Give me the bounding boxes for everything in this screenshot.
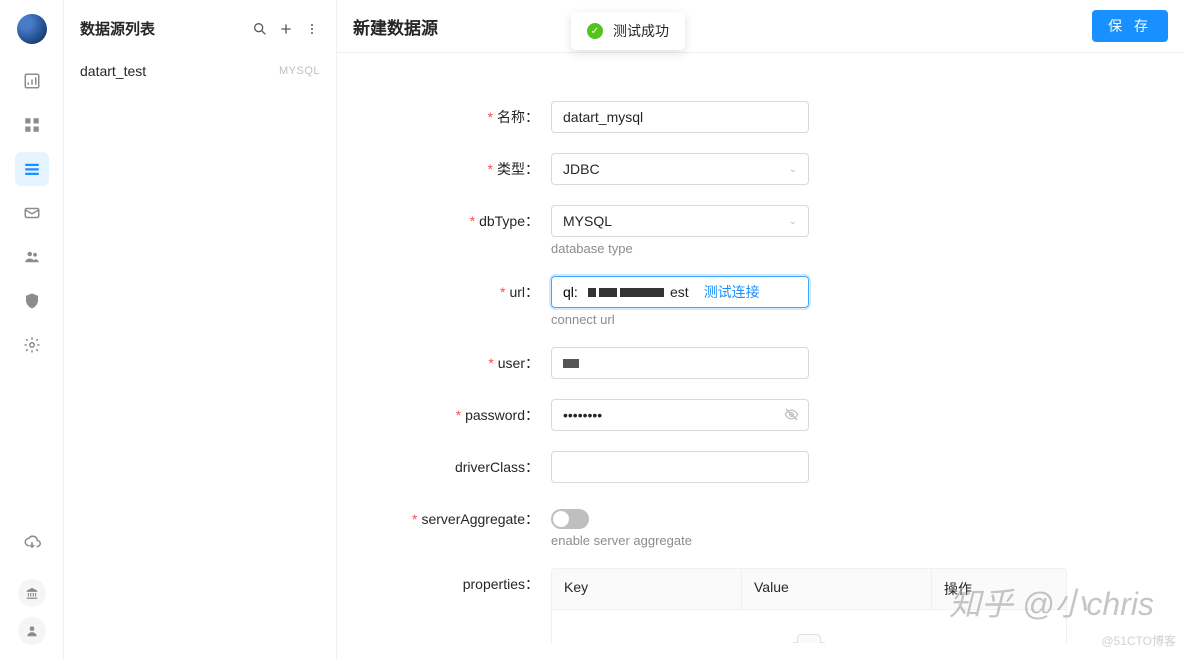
page-title: 新建数据源: [353, 14, 438, 39]
datasource-list-panel: 数据源列表 datart_test MYSQL: [64, 0, 337, 659]
name-input[interactable]: [551, 101, 809, 133]
col-value: Value: [742, 569, 932, 609]
aggregate-help: enable server aggregate: [551, 533, 809, 548]
url-help: connect url: [551, 312, 809, 327]
eye-invisible-icon[interactable]: [784, 407, 799, 425]
save-button[interactable]: 保 存: [1092, 10, 1168, 42]
empty-box-icon: [787, 634, 831, 643]
password-label: password: [465, 407, 525, 423]
name-label: 名称: [497, 109, 525, 125]
success-icon: ✓: [587, 23, 603, 39]
properties-label: properties: [463, 576, 525, 592]
aggregate-switch[interactable]: [551, 509, 589, 529]
bank-icon[interactable]: [18, 579, 46, 607]
list-item-name: datart_test: [80, 63, 146, 79]
nav-chart-icon[interactable]: [15, 64, 49, 98]
list-item-type: MYSQL: [279, 65, 320, 77]
cloud-download-icon[interactable]: [15, 525, 49, 559]
main-content: 新建数据源 保 存 ✓ 测试成功 *名称： *类型： JDBC ⌄: [337, 0, 1184, 659]
dbtype-select[interactable]: MYSQL ⌄: [551, 205, 809, 237]
dbtype-label: dbType: [479, 213, 525, 229]
search-icon[interactable]: [252, 21, 268, 37]
list-title: 数据源列表: [80, 18, 252, 39]
dbtype-help: database type: [551, 241, 809, 256]
url-input-wrap: est 测试连接: [551, 276, 809, 308]
chevron-down-icon: ⌄: [789, 216, 797, 227]
nav-users-icon[interactable]: [15, 240, 49, 274]
properties-table: Key Value 操作 暂无数据: [551, 568, 1067, 643]
app-logo: [17, 14, 47, 44]
aggregate-label: serverAggregate: [421, 511, 525, 527]
nav-gear-icon[interactable]: [15, 328, 49, 362]
icon-sidebar: [0, 0, 64, 659]
driver-label: driverClass: [455, 459, 525, 475]
user-label: user: [498, 355, 525, 371]
more-icon[interactable]: [304, 21, 320, 37]
nav-shield-icon[interactable]: [15, 284, 49, 318]
list-item[interactable]: datart_test MYSQL: [64, 53, 336, 89]
col-action: 操作: [932, 569, 1066, 609]
url-redacted: [588, 288, 670, 297]
password-input[interactable]: [551, 399, 809, 431]
url-label: url: [509, 284, 525, 300]
test-connection-link[interactable]: 测试连接: [693, 282, 771, 302]
type-select[interactable]: JDBC ⌄: [551, 153, 809, 185]
url-input[interactable]: [552, 284, 588, 300]
add-icon[interactable]: [278, 21, 294, 37]
chevron-down-icon: ⌄: [789, 164, 797, 175]
driver-input[interactable]: [551, 451, 809, 483]
user-avatar-icon[interactable]: [18, 617, 46, 645]
nav-grid-icon[interactable]: [15, 108, 49, 142]
nav-mail-icon[interactable]: [15, 196, 49, 230]
type-label: 类型: [497, 161, 525, 177]
col-key: Key: [552, 569, 742, 609]
user-input[interactable]: [551, 347, 809, 379]
toast-success: ✓ 测试成功: [571, 12, 685, 50]
nav-datasource-icon[interactable]: [15, 152, 49, 186]
properties-empty: 暂无数据: [552, 610, 1066, 643]
toast-text: 测试成功: [613, 21, 669, 41]
